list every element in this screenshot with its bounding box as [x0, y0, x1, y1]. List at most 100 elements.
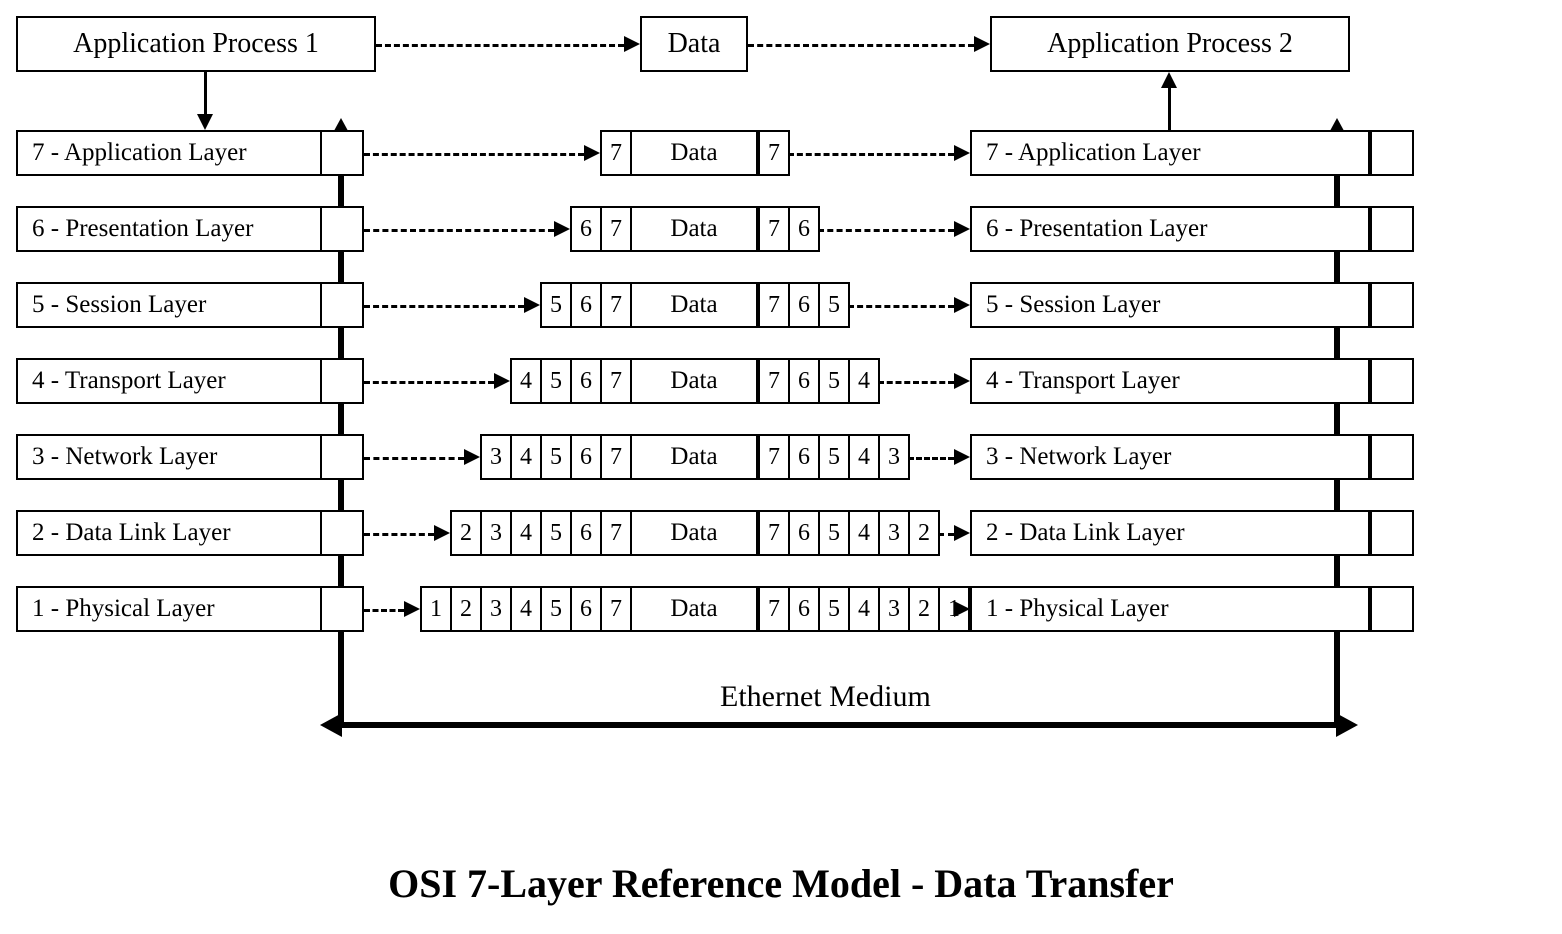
dashed-arrow	[818, 229, 954, 232]
application-process-right: Application Process 2	[990, 16, 1350, 72]
header-cell: 4	[510, 434, 542, 480]
layer-strip-left	[320, 434, 364, 480]
arrow-head-icon	[1161, 72, 1177, 88]
dashed-arrow	[938, 533, 954, 536]
header-cell: 6	[570, 586, 602, 632]
arrow-head-icon	[434, 525, 450, 541]
dashed-arrow	[788, 153, 954, 156]
header-cell: 5	[540, 434, 572, 480]
arrow-head-icon	[954, 525, 970, 541]
layer-box-right: 6 - Presentation Layer	[970, 206, 1370, 252]
trailer-cell: 3	[878, 586, 910, 632]
trailer-cell: 5	[818, 434, 850, 480]
data-cell: Data	[630, 130, 758, 176]
header-cell: 4	[510, 358, 542, 404]
dashed-arrow	[364, 457, 464, 460]
layer-box-right: 4 - Transport Layer	[970, 358, 1370, 404]
trailer-cell: 7	[758, 434, 790, 480]
trailer-cell: 3	[878, 434, 910, 480]
dashed-arrow	[364, 153, 584, 156]
data-cell: Data	[630, 206, 758, 252]
trailer-cell: 5	[818, 510, 850, 556]
header-cell: 4	[510, 510, 542, 556]
header-cell: 6	[570, 358, 602, 404]
header-cell: 6	[570, 282, 602, 328]
trailer-cell: 7	[758, 358, 790, 404]
trailer-cell: 7	[758, 510, 790, 556]
dashed-arrow	[364, 305, 524, 308]
header-cell: 2	[450, 586, 482, 632]
header-cell: 7	[600, 358, 632, 404]
header-cell: 7	[600, 130, 632, 176]
layer-box-left: 1 - Physical Layer	[16, 586, 322, 632]
arrow-head-icon	[954, 373, 970, 389]
arrow-head-icon	[974, 36, 990, 52]
trailer-cell: 7	[758, 130, 790, 176]
encapsulation-row: 234567Data765432	[450, 510, 940, 556]
layer-strip-right	[1370, 206, 1414, 252]
layer-box-right: 2 - Data Link Layer	[970, 510, 1370, 556]
trailer-cell: 6	[788, 206, 820, 252]
dashed-arrow	[376, 44, 624, 47]
layer-box-left: 4 - Transport Layer	[16, 358, 322, 404]
data-cell: Data	[630, 358, 758, 404]
layer-box-left: 5 - Session Layer	[16, 282, 322, 328]
data-top: Data	[640, 16, 748, 72]
dashed-arrow	[364, 533, 434, 536]
arrow-head-icon	[1336, 713, 1358, 737]
arrow-head-icon	[624, 36, 640, 52]
layer-box-left: 3 - Network Layer	[16, 434, 322, 480]
data-cell: Data	[630, 586, 758, 632]
trailer-cell: 6	[788, 358, 820, 404]
dashed-arrow	[364, 381, 494, 384]
header-cell: 5	[540, 282, 572, 328]
header-cell: 7	[600, 510, 632, 556]
dashed-arrow	[364, 609, 404, 612]
encapsulation-row: 7Data7	[600, 130, 790, 176]
header-cell: 3	[480, 434, 512, 480]
header-cell: 6	[570, 206, 602, 252]
layer-box-right: 5 - Session Layer	[970, 282, 1370, 328]
arrow-head-icon	[197, 114, 213, 130]
encapsulation-row: 567Data765	[540, 282, 850, 328]
trailer-cell: 2	[908, 510, 940, 556]
arrow-head-icon	[584, 145, 600, 161]
trailer-cell: 5	[818, 282, 850, 328]
header-cell: 5	[540, 510, 572, 556]
dashed-arrow	[748, 44, 974, 47]
layer-strip-right	[1370, 434, 1414, 480]
header-cell: 4	[510, 586, 542, 632]
arrow-head-icon	[954, 145, 970, 161]
header-cell: 7	[600, 586, 632, 632]
layer-box-left: 2 - Data Link Layer	[16, 510, 322, 556]
encapsulation-row: 34567Data76543	[480, 434, 910, 480]
encapsulation-row: 4567Data7654	[510, 358, 880, 404]
trailer-cell: 6	[788, 282, 820, 328]
layer-box-right: 1 - Physical Layer	[970, 586, 1370, 632]
arrow-head-icon	[320, 713, 342, 737]
arrow-head-icon	[954, 449, 970, 465]
data-cell: Data	[630, 282, 758, 328]
arrow-head-icon	[464, 449, 480, 465]
diagram-title: OSI 7-Layer Reference Model - Data Trans…	[0, 860, 1562, 907]
header-cell: 5	[540, 358, 572, 404]
trailer-cell: 4	[848, 510, 880, 556]
header-cell: 3	[480, 586, 512, 632]
ethernet-medium-label: Ethernet Medium	[720, 680, 931, 714]
trailer-cell: 7	[758, 282, 790, 328]
layer-strip-right	[1370, 282, 1414, 328]
layer-box-right: 3 - Network Layer	[970, 434, 1370, 480]
encapsulation-row: 67Data76	[570, 206, 820, 252]
layer-strip-left	[320, 510, 364, 556]
dashed-arrow	[878, 381, 954, 384]
trailer-cell: 3	[878, 510, 910, 556]
header-cell: 2	[450, 510, 482, 556]
layer-strip-right	[1370, 510, 1414, 556]
arrow-head-icon	[404, 601, 420, 617]
trailer-cell: 6	[788, 586, 820, 632]
data-cell: Data	[630, 434, 758, 480]
layer-strip-left	[320, 282, 364, 328]
layer-strip-right	[1370, 586, 1414, 632]
trailer-cell: 7	[758, 206, 790, 252]
layer-strip-left	[320, 358, 364, 404]
